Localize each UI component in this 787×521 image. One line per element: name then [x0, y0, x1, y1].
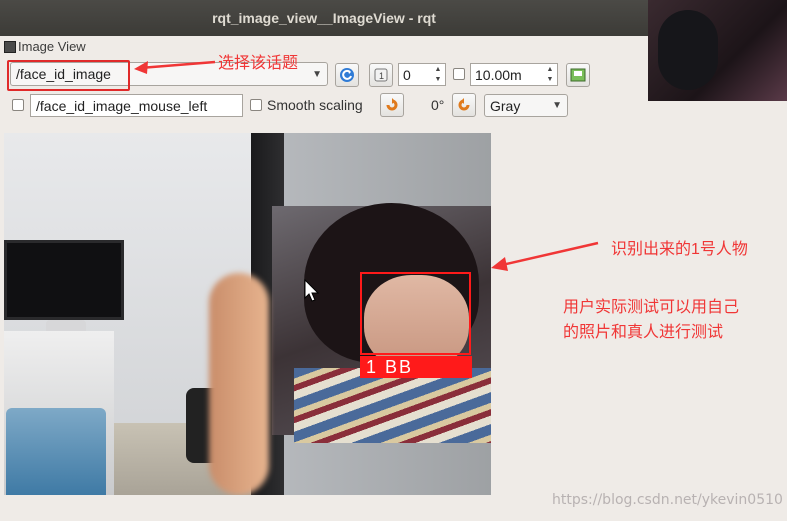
mouse-cursor-icon [304, 279, 320, 302]
annotation-detected-person: 识别出来的1号人物 [611, 241, 748, 258]
image-display[interactable]: 1 BB [4, 133, 491, 495]
refresh-topics-button[interactable] [335, 63, 359, 87]
zoom-spinbox-value: 0 [403, 66, 411, 83]
spin-arrows-icon[interactable]: ▲ ▼ [432, 65, 444, 84]
mouse-topic-value: /face_id_image_mouse_left [36, 97, 208, 114]
zoom-fit-button[interactable]: 1 [369, 63, 393, 87]
save-icon [570, 68, 586, 82]
rotation-label: 0° [431, 97, 445, 113]
panel-title: Image View [18, 39, 86, 54]
panel-header: Image View [4, 39, 86, 54]
scene-stool [6, 408, 106, 495]
mouse-topic-input[interactable]: /face_id_image_mouse_left [30, 94, 243, 117]
scene-sweater [294, 368, 491, 443]
annotation-select-topic: 选择该话题 [218, 55, 299, 72]
rotate-left-button[interactable] [380, 93, 404, 117]
arrow-to-topic-icon [134, 60, 216, 74]
save-image-button[interactable] [566, 63, 590, 87]
chevron-down-icon: ▼ [312, 68, 322, 80]
watermark: https://blog.csdn.net/ykevin0510 [552, 492, 783, 508]
max-range-value: 10.00m [475, 66, 522, 83]
publish-click-checkbox[interactable] [12, 99, 24, 111]
face-detection-box [360, 272, 471, 355]
chevron-down-icon: ▼ [552, 100, 562, 111]
rotate-right-icon [458, 98, 470, 111]
color-scheme-select[interactable]: Gray ▼ [484, 94, 568, 117]
max-range-spinbox[interactable]: 10.00m ▲ ▼ [470, 63, 558, 86]
rqt-window: rqt_image_view__ImageView - rqt Image Vi… [0, 0, 787, 521]
scene-hand [209, 273, 269, 495]
background-photo [648, 0, 787, 101]
svg-text:1: 1 [379, 71, 384, 81]
smooth-scaling-label: Smooth scaling [267, 97, 363, 113]
zoom-spinbox[interactable]: 0 ▲ ▼ [398, 63, 446, 86]
scene-monitor [4, 240, 124, 320]
rotate-right-button[interactable] [452, 93, 476, 117]
topic-highlight-box [7, 60, 130, 91]
annotation-test-hint-1: 用户实际测试可以用自己 [563, 299, 740, 316]
window-title[interactable]: rqt_image_view__ImageView - rqt [0, 0, 648, 36]
color-scheme-value: Gray [490, 97, 521, 114]
rotate-left-icon [386, 98, 398, 111]
smooth-scaling-checkbox[interactable] [250, 99, 262, 111]
spin-arrows-icon[interactable]: ▲ ▼ [544, 65, 556, 84]
dynamic-range-checkbox[interactable] [453, 68, 465, 80]
face-detection-label: 1 BB [360, 356, 472, 378]
arrow-to-face-icon [491, 241, 599, 271]
refresh-icon [340, 68, 354, 82]
zoom-1-icon: 1 [374, 68, 388, 82]
annotation-test-hint-2: 的照片和真人进行测试 [563, 324, 724, 341]
panel-menu-icon[interactable] [4, 40, 16, 53]
